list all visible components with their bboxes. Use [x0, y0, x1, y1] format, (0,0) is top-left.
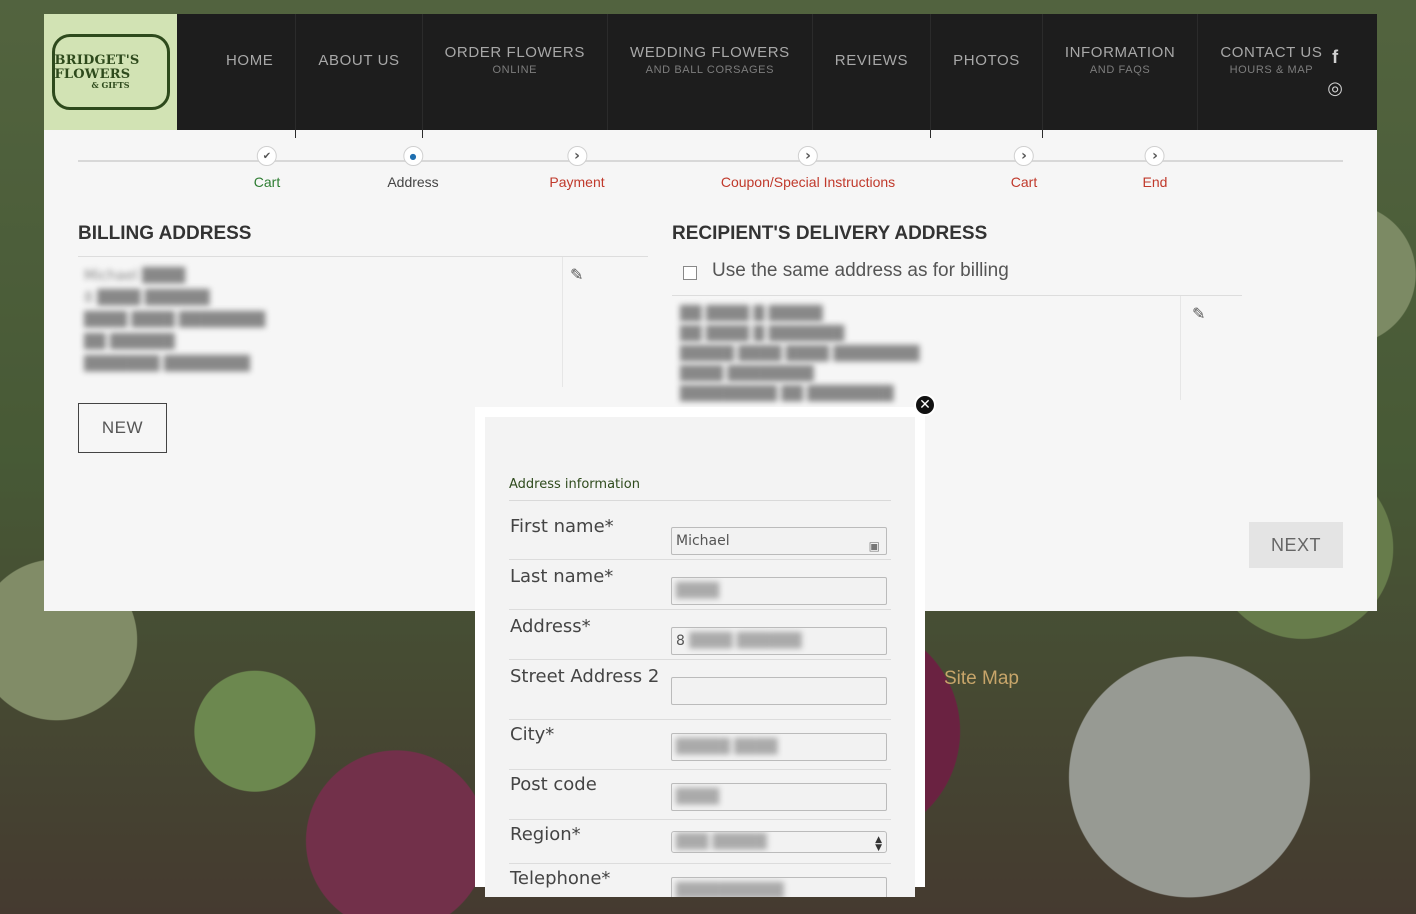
social-links: f ◎ — [1327, 46, 1343, 100]
city-label: City* — [510, 724, 555, 745]
logo-subtext: & GIFTS — [91, 80, 130, 91]
current-dot-icon: ● — [402, 146, 423, 166]
main-nav: HOME ABOUT US ORDER FLOWERS ONLINE WEDDIN… — [204, 14, 1344, 138]
nav-wedding-flowers[interactable]: WEDDING FLOWERS AND BALL CORSAGES — [608, 14, 813, 130]
step-cart[interactable]: ✔ Cart — [254, 146, 280, 190]
step-payment[interactable]: › Payment — [549, 146, 605, 190]
divider — [1180, 296, 1181, 400]
delivery-title: RECIPIENT'S DELIVERY ADDRESS — [672, 223, 988, 244]
nav-home[interactable]: HOME — [204, 14, 297, 138]
chevron-right-icon: › — [567, 146, 587, 166]
site-map-link[interactable]: Site Map — [944, 668, 1019, 690]
delivery-address-text: ██ ████ █ █████ ██ ████ █ ███████ █████ … — [680, 306, 920, 402]
post-code-row: Post code ████ — [509, 775, 891, 820]
edit-pencil-icon[interactable]: ✎ — [570, 265, 583, 284]
address-input[interactable]: 8 ████ ██████ — [671, 627, 887, 655]
chevron-right-icon: › — [1144, 146, 1165, 166]
nav-contact-us[interactable]: CONTACT US HOURS & MAP — [1198, 14, 1344, 130]
address-form: Address information First name* Michael … — [485, 417, 915, 897]
step-label: End — [1142, 174, 1168, 190]
nav-order-flowers[interactable]: ORDER FLOWERS ONLINE — [423, 14, 608, 130]
same-address-label: Use the same address as for billing — [712, 260, 1009, 281]
region-row: Region* ███ █████ ▲ ▼ — [509, 825, 891, 864]
close-icon[interactable]: ✕ — [914, 394, 936, 416]
last-name-row: Last name* ████ — [509, 565, 891, 610]
edit-pencil-icon[interactable]: ✎ — [1192, 304, 1205, 323]
street-address-2-row: Street Address 2 — [509, 665, 891, 720]
nav-about-us[interactable]: ABOUT US — [296, 14, 423, 138]
nav-reviews[interactable]: REVIEWS — [813, 14, 932, 138]
chevron-right-icon: › — [797, 146, 818, 166]
facebook-icon[interactable]: f — [1327, 46, 1343, 68]
step-end[interactable]: › End — [1142, 146, 1168, 190]
step-label: Payment — [549, 174, 605, 190]
address-label: Address* — [510, 616, 591, 637]
post-code-label: Post code — [510, 774, 597, 795]
last-name-label: Last name* — [510, 566, 614, 587]
telephone-row: Telephone* ██████████ — [509, 869, 891, 897]
nav-information[interactable]: INFORMATION AND FAQS — [1043, 14, 1199, 130]
region-select[interactable]: ███ █████ ▲ ▼ — [671, 831, 887, 853]
contact-card-icon: ▣ — [868, 539, 880, 553]
post-code-input[interactable]: ████ — [671, 783, 887, 811]
step-label: Cart — [253, 174, 281, 190]
first-name-label: First name* — [510, 516, 614, 537]
step-cart-2[interactable]: › Cart — [1011, 146, 1037, 190]
billing-address-text: Michael ████ 8 ████ ██████ ████ ████ ███… — [84, 268, 266, 372]
new-address-button[interactable]: NEW — [78, 403, 167, 453]
telephone-label: Telephone* — [510, 868, 611, 889]
city-input[interactable]: █████ ████ — [671, 733, 887, 761]
address-row: Address* 8 ████ ██████ — [509, 615, 891, 660]
nav-photos[interactable]: PHOTOS — [931, 14, 1043, 138]
site-header: BRIDGET'S FLOWERS & GIFTS HOME ABOUT US … — [44, 14, 1377, 138]
address-info-title: Address information — [509, 477, 891, 501]
region-label: Region* — [510, 824, 581, 845]
instagram-icon[interactable]: ◎ — [1327, 78, 1343, 100]
step-label: Coupon/Special Instructions — [720, 174, 896, 190]
check-icon: ✔ — [256, 146, 277, 166]
delivery-address-box: ██ ████ █ █████ ██ ████ █ ███████ █████ … — [672, 295, 1242, 402]
city-row: City* █████ ████ — [509, 725, 891, 770]
logo-badge: BRIDGET'S FLOWERS & GIFTS — [51, 34, 170, 110]
address-modal: Address information First name* Michael … — [475, 407, 925, 897]
step-address: ● Address — [387, 146, 439, 190]
street-address-2-input[interactable] — [671, 677, 887, 705]
step-label: Cart — [1010, 174, 1038, 190]
checkout-progress: ✔ Cart ● Address › Payment › Coupon/Spec… — [78, 146, 1343, 206]
logo[interactable]: BRIDGET'S FLOWERS & GIFTS — [44, 14, 177, 130]
same-address-checkbox[interactable] — [683, 266, 697, 280]
billing-address-box: Michael ████ 8 ████ ██████ ████ ████ ███… — [78, 256, 648, 387]
billing-title: BILLING ADDRESS — [78, 223, 252, 244]
chevron-right-icon: › — [1013, 146, 1034, 166]
street-address-2-label: Street Address 2 — [510, 666, 660, 687]
telephone-input[interactable]: ██████████ — [671, 877, 887, 897]
first-name-input[interactable]: Michael ▣ — [671, 527, 887, 555]
first-name-row: First name* Michael ▣ — [509, 515, 891, 560]
logo-text: BRIDGET'S FLOWERS — [54, 53, 140, 82]
divider — [562, 257, 563, 387]
step-coupon[interactable]: › Coupon/Special Instructions — [721, 146, 895, 190]
select-arrows-icon: ▲ ▼ — [875, 835, 882, 853]
step-label: Address — [387, 174, 439, 190]
last-name-input[interactable]: ████ — [671, 577, 887, 605]
next-button[interactable]: NEXT — [1249, 522, 1343, 568]
